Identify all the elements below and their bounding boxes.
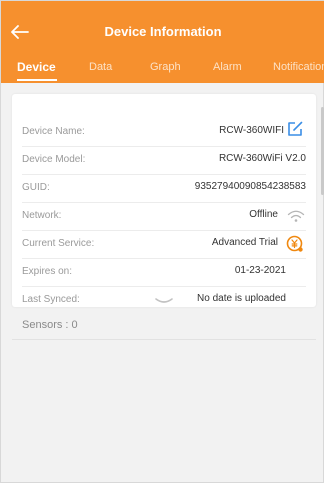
tab-alarm[interactable]: Alarm <box>213 61 242 73</box>
last-synced-label: Last Synced: <box>22 294 80 305</box>
network-status-value: Offline <box>249 209 278 220</box>
current-service-label: Current Service: <box>22 238 95 249</box>
device-name-value: RCW-360WIFI <box>219 125 284 136</box>
active-tab-indicator <box>17 79 57 81</box>
tab-device[interactable]: Device <box>17 60 56 74</box>
row-current-service: Current Service: Advanced Trial <box>12 231 316 259</box>
tab-bar: Device Data Graph Alarm Notification <box>1 57 324 83</box>
device-name-label: Device Name: <box>22 126 85 137</box>
device-info-card: Device Name: RCW-360WIFI Device Model: R… <box>12 94 316 307</box>
tab-notification[interactable]: Notification <box>273 61 324 73</box>
device-model-label: Device Model: <box>22 154 86 165</box>
row-network: Network: Offline <box>12 203 316 231</box>
wifi-icon <box>287 210 305 222</box>
divider <box>12 339 316 340</box>
tab-data[interactable]: Data <box>89 61 112 73</box>
page-title: Device Information <box>104 24 222 39</box>
current-service-value: Advanced Trial <box>211 237 278 248</box>
guid-value: 93527940090854238583 <box>194 181 306 192</box>
title-bar: Device Information <box>1 15 324 49</box>
service-button[interactable] <box>284 233 306 255</box>
sensors-count: Sensors : 0 <box>22 319 78 331</box>
row-guid: GUID: 93527940090854238583 <box>12 175 316 203</box>
row-device-name: Device Name: RCW-360WIFI <box>12 119 316 147</box>
header: Device Information Device Data Graph Ala… <box>1 1 324 83</box>
row-device-model: Device Model: RCW-360WiFi V2.0 <box>12 147 316 175</box>
guid-label: GUID: <box>22 182 50 193</box>
expires-on-label: Expires on: <box>22 266 73 277</box>
app-screen: Device Information Device Data Graph Ala… <box>0 0 324 483</box>
expires-on-value: 01-23-2021 <box>234 265 286 276</box>
wifi-status <box>285 205 307 227</box>
device-model-value: RCW-360WiFi V2.0 <box>218 153 306 164</box>
edit-device-name-button[interactable] <box>284 118 306 140</box>
tab-graph[interactable]: Graph <box>150 61 181 73</box>
network-label: Network: <box>22 210 62 221</box>
last-synced-value: No date is uploaded <box>197 293 286 304</box>
edit-icon <box>288 121 303 136</box>
collapse-chevron-icon[interactable] <box>154 296 174 306</box>
service-coin-icon <box>286 235 303 252</box>
row-expires-on: Expires on: 01-23-2021 <box>12 259 316 287</box>
